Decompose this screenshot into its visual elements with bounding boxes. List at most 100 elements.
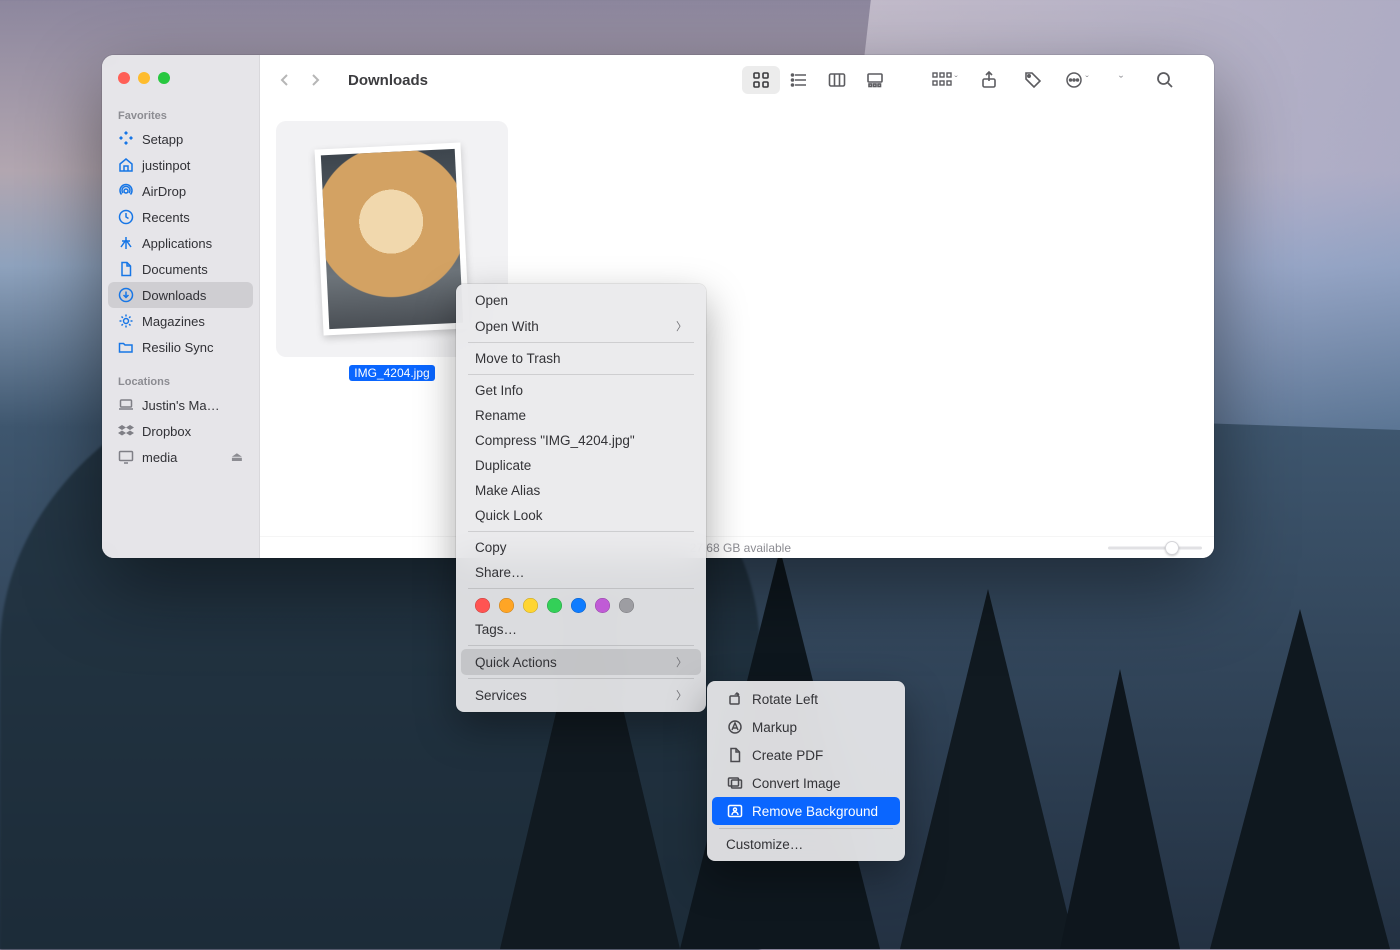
nav-forward-button[interactable] [304, 66, 326, 94]
dropdown-button[interactable]: ˇ [1106, 66, 1136, 94]
airdrop-icon [118, 183, 134, 199]
window-title: Downloads [348, 72, 428, 89]
menu-share[interactable]: Share… [461, 560, 701, 585]
chevron-right-icon: 〉 [676, 318, 687, 334]
sidebar-item-dropbox[interactable]: Dropbox [108, 418, 253, 444]
convert-image-icon [726, 774, 744, 792]
menu-rotate-left[interactable]: Rotate Left [712, 685, 900, 713]
status-bar: , 27.68 GB available [260, 536, 1214, 558]
sidebar-item-media[interactable]: media ⏏ [108, 444, 253, 470]
file-name-label: IMG_4204.jpg [349, 365, 434, 381]
menu-create-pdf[interactable]: Create PDF [712, 741, 900, 769]
menu-make-alias[interactable]: Make Alias [461, 478, 701, 503]
sidebar-item-label: Justin's Ma… [142, 398, 220, 413]
minimize-window-button[interactable] [138, 72, 150, 84]
menu-open[interactable]: Open [461, 288, 701, 313]
tag-color-dot[interactable] [523, 598, 538, 613]
menu-convert-image[interactable]: Convert Image [712, 769, 900, 797]
chevron-right-icon: 〉 [676, 687, 687, 703]
dropbox-icon [118, 423, 134, 439]
house-icon [118, 157, 134, 173]
locations-header: Locations [102, 368, 259, 392]
tag-color-row [461, 592, 701, 617]
sidebar-item-label: Documents [142, 262, 208, 277]
list-view-button[interactable] [780, 66, 818, 94]
sidebar-item-label: justinpot [142, 158, 190, 173]
menu-get-info[interactable]: Get Info [461, 378, 701, 403]
nav-back-button[interactable] [274, 66, 296, 94]
more-actions-button[interactable]: ˇ [1062, 66, 1092, 94]
sidebar-item-recents[interactable]: Recents [108, 204, 253, 230]
gallery-view-button[interactable] [856, 66, 894, 94]
quick-actions-submenu: Rotate Left Markup Create PDF Convert Im… [707, 681, 905, 861]
document-icon [118, 261, 134, 277]
menu-compress[interactable]: Compress "IMG_4204.jpg" [461, 428, 701, 453]
menu-markup[interactable]: Markup [712, 713, 900, 741]
sidebar: Favorites Setapp justinpot AirDrop Recen… [102, 55, 260, 558]
chevron-right-icon: 〉 [676, 654, 687, 670]
sidebar-item-home[interactable]: justinpot [108, 152, 253, 178]
gear-icon [118, 313, 134, 329]
share-button[interactable] [974, 66, 1004, 94]
toolbar: Downloads ˇ ˇ ˇ [260, 55, 1214, 105]
markup-icon [726, 718, 744, 736]
tag-color-dot[interactable] [499, 598, 514, 613]
sidebar-item-label: Resilio Sync [142, 340, 214, 355]
tag-color-dot[interactable] [547, 598, 562, 613]
menu-copy[interactable]: Copy [461, 535, 701, 560]
tag-color-dot[interactable] [571, 598, 586, 613]
zoom-slider-track[interactable] [1108, 546, 1202, 549]
menu-duplicate[interactable]: Duplicate [461, 453, 701, 478]
tags-button[interactable] [1018, 66, 1048, 94]
menu-tags[interactable]: Tags… [461, 617, 701, 642]
menu-separator [468, 374, 694, 375]
window-controls [102, 65, 259, 102]
download-icon [118, 287, 134, 303]
fullscreen-window-button[interactable] [158, 72, 170, 84]
sidebar-item-label: media [142, 450, 177, 465]
close-window-button[interactable] [118, 72, 130, 84]
sidebar-item-label: Downloads [142, 288, 206, 303]
sidebar-item-documents[interactable]: Documents [108, 256, 253, 282]
photo-thumbnail [315, 143, 470, 336]
clock-icon [118, 209, 134, 225]
eject-icon[interactable]: ⏏ [231, 449, 243, 465]
menu-rename[interactable]: Rename [461, 403, 701, 428]
group-by-button[interactable]: ˇ [930, 66, 960, 94]
zoom-slider-knob[interactable] [1165, 541, 1179, 555]
tag-color-dot[interactable] [595, 598, 610, 613]
sidebar-item-label: Dropbox [142, 424, 191, 439]
tag-color-dot[interactable] [475, 598, 490, 613]
menu-quick-look[interactable]: Quick Look [461, 503, 701, 528]
menu-move-to-trash[interactable]: Move to Trash [461, 346, 701, 371]
file-grid[interactable]: IMG_4204.jpg [260, 105, 1214, 536]
context-menu: Open Open With〉 Move to Trash Get Info R… [456, 284, 706, 712]
favorites-header: Favorites [102, 102, 259, 126]
applications-icon [118, 235, 134, 251]
menu-open-with[interactable]: Open With〉 [461, 313, 701, 339]
sidebar-item-label: Recents [142, 210, 190, 225]
search-button[interactable] [1150, 66, 1180, 94]
rotate-left-icon [726, 690, 744, 708]
sidebar-item-resilio[interactable]: Resilio Sync [108, 334, 253, 360]
sidebar-item-label: AirDrop [142, 184, 186, 199]
column-view-button[interactable] [818, 66, 856, 94]
sidebar-item-label: Applications [142, 236, 212, 251]
menu-customize[interactable]: Customize… [712, 832, 900, 857]
view-toggle [742, 66, 894, 94]
sidebar-item-applications[interactable]: Applications [108, 230, 253, 256]
sidebar-item-downloads[interactable]: Downloads [108, 282, 253, 308]
toolbar-actions: ˇ ˇ ˇ [930, 66, 1180, 94]
menu-separator [468, 588, 694, 589]
pdf-icon [726, 746, 744, 764]
sidebar-item-magazines[interactable]: Magazines [108, 308, 253, 334]
sidebar-item-this-mac[interactable]: Justin's Ma… [108, 392, 253, 418]
icon-view-button[interactable] [742, 66, 780, 94]
menu-services[interactable]: Services〉 [461, 682, 701, 708]
tag-color-dot[interactable] [619, 598, 634, 613]
menu-quick-actions[interactable]: Quick Actions〉 [461, 649, 701, 675]
sidebar-item-airdrop[interactable]: AirDrop [108, 178, 253, 204]
menu-separator [719, 828, 893, 829]
sidebar-item-setapp[interactable]: Setapp [108, 126, 253, 152]
menu-remove-background[interactable]: Remove Background [712, 797, 900, 825]
